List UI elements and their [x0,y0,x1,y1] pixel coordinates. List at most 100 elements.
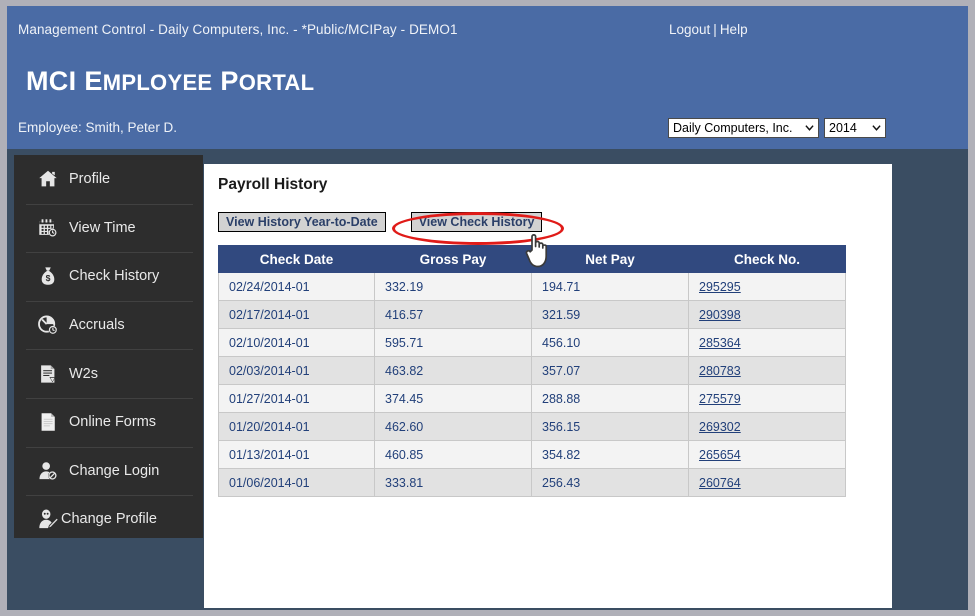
title-rest-mployee: MPLOYEE [102,70,213,95]
sidebar-nav: Profile View Time $ Check History Accrua… [14,155,203,538]
cell-check-no: 265654 [688,440,846,469]
payroll-history-table-wrap: Check Date Gross Pay Net Pay Check No. 0… [218,245,846,497]
cell-net-pay: 456.10 [531,328,689,357]
context-selectors: Daily Computers, Inc. 2014 [668,118,886,138]
link-separator: | [713,22,717,37]
app-root: Management Control - Daily Computers, In… [0,0,975,616]
cell-gross-pay: 416.57 [374,300,532,329]
sidebar-item-label: Online Forms [69,414,157,431]
column-header-check-date: Check Date [218,245,375,273]
view-history-ytd-button[interactable]: View History Year-to-Date [218,212,386,232]
user-pencil-icon [36,507,60,531]
employee-name-label: Employee: Smith, Peter D. [18,120,178,135]
cell-gross-pay: 460.85 [374,440,532,469]
sidebar-item-change-profile[interactable]: Change Profile [14,495,203,544]
cell-gross-pay: 374.45 [374,384,532,413]
page-header: Management Control - Daily Computers, In… [7,6,968,149]
home-icon [36,167,60,191]
title-cap-e: E [84,66,103,96]
cell-net-pay: 288.88 [531,384,689,413]
user-edit-icon [36,459,60,483]
cell-check-date: 02/03/2014-01 [218,356,375,385]
check-number-link[interactable]: 280783 [699,364,741,378]
sidebar-item-label: Profile [69,171,111,188]
cell-net-pay: 356.15 [531,412,689,441]
view-check-history-button[interactable]: View Check History [410,212,543,232]
sidebar-item-label: Change Profile [61,511,157,528]
window-frame: Management Control - Daily Computers, In… [7,6,968,610]
table-row: 01/06/2014-01 333.81 256.43 260764 [218,468,846,497]
check-number-link[interactable]: 269302 [699,420,741,434]
page-title: MCI EMPLOYEE PORTAL [26,66,314,97]
cell-check-no: 260764 [688,468,846,497]
cell-net-pay: 321.59 [531,300,689,329]
check-number-link[interactable]: 295295 [699,280,741,294]
sidebar-item-change-login[interactable]: Change Login [14,446,203,496]
money-bag-icon: $ [36,264,60,288]
table-row: 01/20/2014-01 462.60 356.15 269302 [218,412,846,441]
check-number-link[interactable]: 265654 [699,448,741,462]
cell-check-date: 02/24/2014-01 [218,272,375,301]
table-body: 02/24/2014-01 332.19 194.71 295295 02/17… [218,272,846,497]
cell-check-no: 269302 [688,412,846,441]
cell-gross-pay: 462.60 [374,412,532,441]
check-number-link[interactable]: 260764 [699,476,741,490]
cell-check-no: 275579 [688,384,846,413]
company-select-wrap: Daily Computers, Inc. [668,118,819,138]
cell-net-pay: 354.82 [531,440,689,469]
cell-check-date: 01/27/2014-01 [218,384,375,413]
check-number-link[interactable]: 275579 [699,392,741,406]
breadcrumb: Management Control - Daily Computers, In… [18,22,458,37]
sidebar-item-view-time[interactable]: View Time [14,203,203,253]
cell-check-no: 295295 [688,272,846,301]
action-button-row: View History Year-to-Date View Check His… [218,212,543,232]
sidebar-item-profile[interactable]: Profile [14,155,203,204]
document-form-icon [36,362,60,386]
year-select[interactable]: 2014 [824,118,886,138]
cell-check-date: 02/17/2014-01 [218,300,375,329]
sidebar-item-label: Check History [69,268,160,285]
title-cap-p: P [220,66,239,96]
content-heading: Payroll History [218,176,328,193]
cell-gross-pay: 332.19 [374,272,532,301]
table-row: 02/10/2014-01 595.71 456.10 285364 [218,328,846,357]
company-select[interactable]: Daily Computers, Inc. [668,118,819,138]
cell-net-pay: 357.07 [531,356,689,385]
sidebar-item-label: W2s [69,365,98,382]
sidebar-item-accruals[interactable]: Accruals [14,300,203,350]
cell-gross-pay: 595.71 [374,328,532,357]
cell-net-pay: 194.71 [531,272,689,301]
sidebar-item-label: View Time [69,219,136,236]
table-row: 02/24/2014-01 332.19 194.71 295295 [218,272,846,301]
table-row: 01/13/2014-01 460.85 354.82 265654 [218,440,846,469]
portal-title-text: MCI [26,66,77,96]
payroll-history-table: Check Date Gross Pay Net Pay Check No. 0… [218,245,846,497]
cell-net-pay: 256.43 [531,468,689,497]
svg-text:$: $ [46,274,51,284]
cell-check-no: 290398 [688,300,846,329]
page-icon [36,410,60,434]
cell-check-date: 01/20/2014-01 [218,412,375,441]
cell-check-date: 01/06/2014-01 [218,468,375,497]
sidebar-item-check-history[interactable]: $ Check History [14,252,203,301]
check-number-link[interactable]: 285364 [699,336,741,350]
clock-pie-icon [36,313,60,337]
cell-check-date: 01/13/2014-01 [218,440,375,469]
table-row: 01/27/2014-01 374.45 288.88 275579 [218,384,846,413]
cell-check-no: 285364 [688,328,846,357]
cell-gross-pay: 463.82 [374,356,532,385]
cell-check-date: 02/10/2014-01 [218,328,375,357]
column-header-gross-pay: Gross Pay [374,245,532,273]
check-number-link[interactable]: 290398 [699,308,741,322]
sidebar-item-online-forms[interactable]: Online Forms [14,397,203,447]
column-header-check-no: Check No. [688,245,846,273]
auth-links: Logout | Help [669,22,748,37]
help-link[interactable]: Help [720,22,748,37]
calendar-clock-icon [36,216,60,240]
logout-link[interactable]: Logout [669,22,710,37]
cell-gross-pay: 333.81 [374,468,532,497]
table-row: 02/17/2014-01 416.57 321.59 290398 [218,300,846,329]
table-row: 02/03/2014-01 463.82 357.07 280783 [218,356,846,385]
title-rest-ortal: ORTAL [238,70,315,95]
sidebar-item-w2s[interactable]: W2s [14,349,203,398]
